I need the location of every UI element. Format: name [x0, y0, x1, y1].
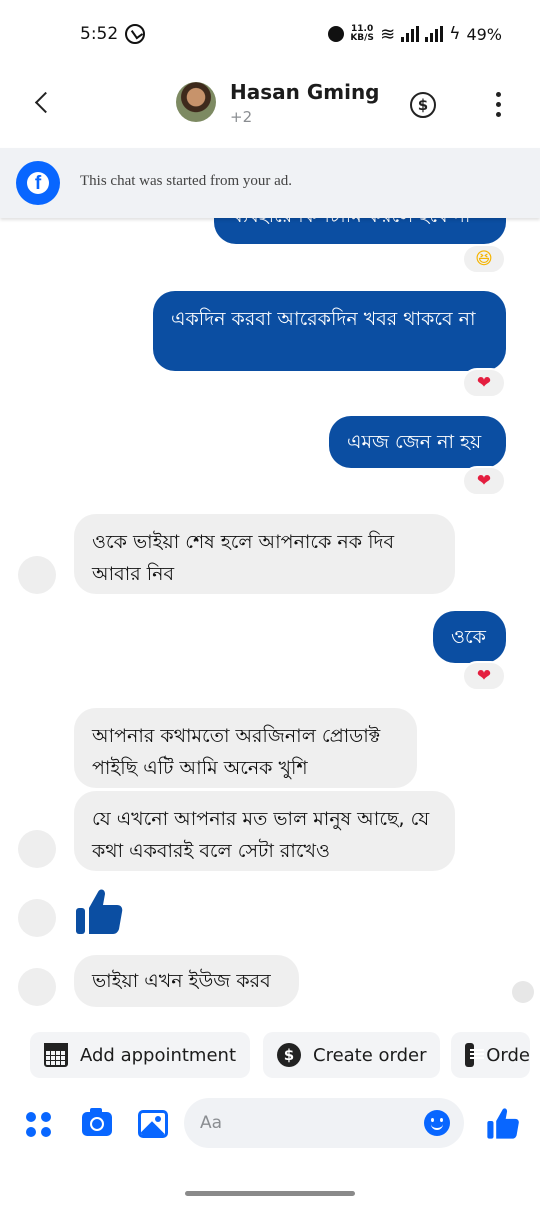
- emoji-icon[interactable]: [424, 1110, 450, 1136]
- sender-avatar: [18, 830, 56, 868]
- calendar-icon: [44, 1043, 68, 1067]
- create-order-button[interactable]: $ Create order: [263, 1032, 440, 1078]
- add-appointment-button[interactable]: Add appointment: [30, 1032, 250, 1078]
- outgoing-message[interactable]: ওকে: [433, 611, 506, 663]
- network-speed-unit: KB/S: [350, 33, 374, 43]
- orders-button[interactable]: Orde: [451, 1032, 530, 1078]
- incoming-message[interactable]: ভাইয়া এখন ইউজ করব: [74, 955, 299, 1007]
- incoming-message[interactable]: আপনার কথামতো অরজিনাল প্রোডাক্ট পাইছি এটি…: [74, 708, 417, 788]
- outgoing-message[interactable]: একদিন করবা আরেকদিন খবর থাকবে না: [153, 291, 506, 371]
- incoming-message[interactable]: ওকে ভাইয়া শেষ হলে আপনাকে নক দিব আবার নি…: [74, 514, 455, 594]
- like-send-icon[interactable]: [486, 1106, 520, 1140]
- thumbs-up-icon[interactable]: [74, 886, 124, 936]
- dollar-circle-icon: $: [277, 1043, 301, 1067]
- status-time: 5:52: [80, 24, 119, 44]
- sender-avatar: [18, 899, 56, 937]
- heart-reaction-icon[interactable]: ❤: [462, 466, 506, 496]
- haha-reaction-icon[interactable]: 😆: [462, 244, 506, 274]
- camera-icon[interactable]: [82, 1108, 112, 1136]
- dollar-icon[interactable]: $: [410, 92, 436, 118]
- message-composer: [0, 1094, 540, 1154]
- charging-icon: ϟ: [449, 24, 461, 44]
- sender-avatar: [18, 556, 56, 594]
- status-icons: 11.0 KB/S ≋ ϟ 49%: [328, 22, 502, 46]
- heart-reaction-icon[interactable]: ❤: [462, 661, 506, 691]
- network-speed: 11.0 KB/S: [350, 25, 374, 43]
- signal-icon: [401, 26, 420, 42]
- battery-level: 49%: [466, 24, 502, 44]
- order-list-icon: [465, 1043, 485, 1067]
- home-indicator[interactable]: [185, 1191, 355, 1196]
- outgoing-message[interactable]: এমজ জেন না হয়: [329, 416, 506, 468]
- quick-actions-bar: Add appointment $ Create order Orde: [30, 1032, 540, 1078]
- contact-name[interactable]: Hasan Gming: [230, 80, 380, 104]
- status-bar: 5:52 11.0 KB/S ≋ ϟ 49%: [0, 0, 540, 70]
- chip-label: Create order: [313, 1044, 427, 1066]
- heart-reaction-icon[interactable]: ❤: [462, 368, 506, 398]
- apps-menu-icon[interactable]: [26, 1112, 54, 1140]
- message-list[interactable]: ব্যবহারে কিপটামি করলে হবে না 😆 একদিন করব…: [0, 218, 540, 1018]
- more-vertical-icon[interactable]: [488, 90, 508, 120]
- signal-icon: [425, 26, 444, 42]
- chip-label: Orde: [486, 1044, 530, 1066]
- ad-origin-banner: f This chat was started from your ad.: [0, 148, 540, 218]
- incoming-message[interactable]: যে এখনো আপনার মত ভাল মানুষ আছে, যে কথা এ…: [74, 791, 455, 871]
- contact-subtitle: +2: [230, 108, 253, 126]
- outgoing-message[interactable]: ব্যবহারে কিপটামি করলে হবে না: [214, 218, 506, 244]
- read-receipt-avatar: [512, 981, 534, 1003]
- sender-avatar: [18, 968, 56, 1006]
- chat-header: Hasan Gming +2 $: [0, 70, 540, 148]
- facebook-icon: f: [16, 161, 60, 205]
- screen-timer-icon: [125, 24, 145, 44]
- contact-avatar[interactable]: [176, 82, 216, 122]
- wifi-icon: ≋: [380, 23, 396, 45]
- gallery-icon[interactable]: [138, 1110, 168, 1138]
- chip-label: Add appointment: [80, 1044, 237, 1066]
- alarm-icon: [328, 26, 345, 42]
- banner-text: This chat was started from your ad.: [80, 173, 293, 189]
- message-input[interactable]: [184, 1098, 464, 1148]
- back-arrow-icon[interactable]: [28, 88, 58, 118]
